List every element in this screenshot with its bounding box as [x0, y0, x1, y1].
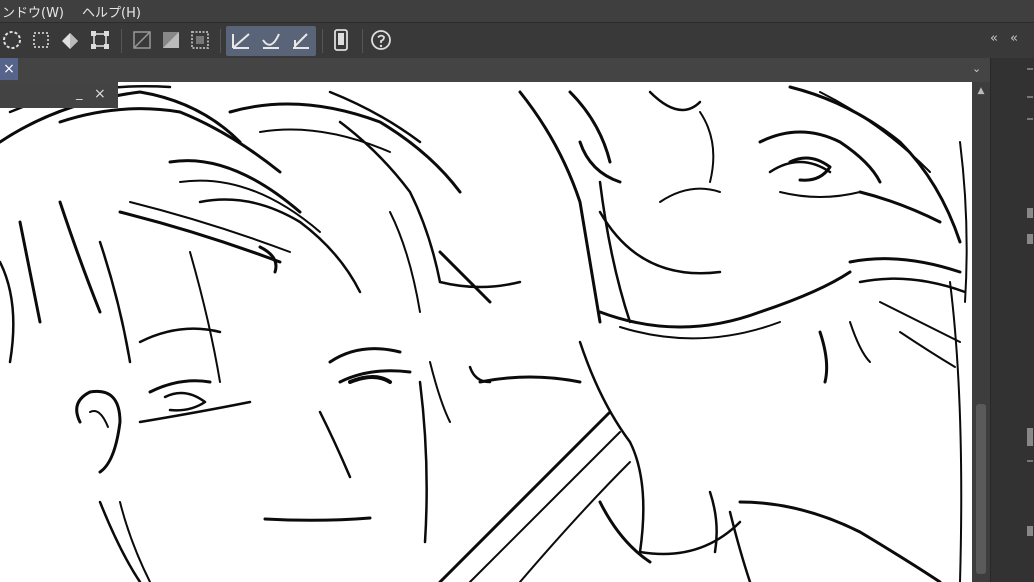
toolbar-separator — [362, 29, 363, 53]
sketch-artwork — [0, 85, 968, 582]
fill-bucket-icon[interactable] — [58, 28, 82, 52]
device-icon[interactable] — [329, 28, 353, 52]
fill-selection-icon[interactable] — [159, 28, 183, 52]
scroll-up-arrow-icon[interactable]: ▲ — [975, 86, 987, 96]
ruler-special-icon[interactable] — [289, 28, 313, 52]
toolbar-separator — [121, 29, 122, 53]
ruler-straight-icon[interactable] — [229, 28, 253, 52]
document-tab-strip — [0, 58, 990, 82]
selection-border-icon[interactable] — [188, 28, 212, 52]
tab-list-chevron-icon[interactable]: ⌄ — [972, 62, 986, 76]
close-icon[interactable]: × — [94, 86, 108, 102]
transform-icon[interactable] — [88, 28, 112, 52]
ruler-curve-icon[interactable] — [259, 28, 283, 52]
collapse-right-icon[interactable]: « — [1010, 31, 1018, 46]
menu-help[interactable]: ヘルプ(H) — [82, 2, 141, 21]
toolbar-separator — [220, 29, 221, 53]
command-bar: « « — [0, 22, 1034, 59]
drawing-canvas[interactable] — [0, 82, 972, 582]
minimize-icon[interactable]: _ — [76, 86, 88, 101]
clear-outside-icon[interactable] — [130, 28, 154, 52]
panel-handle[interactable] — [1027, 68, 1033, 70]
menu-bar: ンドウ(W) ヘルプ(H) — [0, 0, 1034, 22]
panel-handle[interactable] — [1027, 96, 1033, 98]
panel-handle[interactable] — [1027, 118, 1033, 120]
right-dock-panel — [990, 58, 1034, 582]
lasso-select-icon[interactable] — [0, 28, 24, 52]
panel-handle[interactable] — [1027, 460, 1033, 462]
panel-widget[interactable] — [1027, 208, 1033, 218]
select-all-icon[interactable] — [29, 28, 53, 52]
tab-close-icon[interactable]: × — [0, 58, 18, 80]
panel-widget[interactable] — [1027, 428, 1033, 446]
collapse-left-icon[interactable]: « — [990, 31, 998, 46]
scrollbar-thumb[interactable] — [976, 404, 986, 574]
panel-widget[interactable] — [1027, 234, 1033, 244]
panel-widget[interactable] — [1027, 526, 1033, 536]
help-icon[interactable] — [369, 28, 393, 52]
toolbar-separator — [322, 29, 323, 53]
menu-window[interactable]: ンドウ(W) — [2, 2, 64, 21]
